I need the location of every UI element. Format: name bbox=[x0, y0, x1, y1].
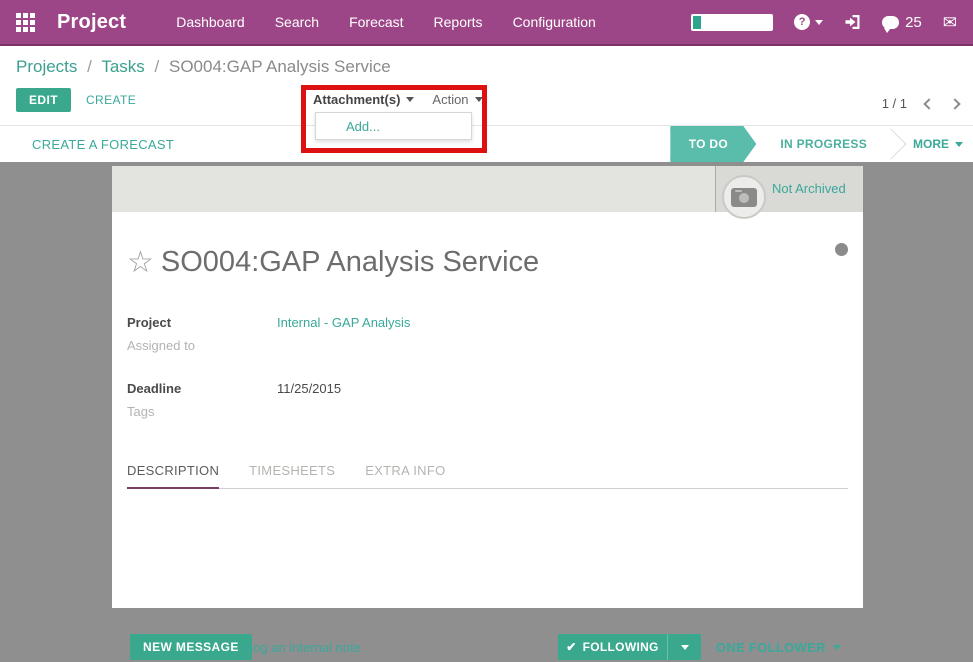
project-field-value[interactable]: Internal - GAP Analysis bbox=[277, 311, 410, 334]
check-icon: ✔ bbox=[566, 640, 576, 654]
tags-field-label: Tags bbox=[127, 400, 277, 423]
field-group: Project Internal - GAP Analysis Assigned… bbox=[127, 311, 410, 423]
top-navbar: Project Dashboard Search Forecast Report… bbox=[0, 0, 973, 46]
project-field-label: Project bbox=[127, 311, 277, 334]
create-forecast-button[interactable]: CREATE A FORECAST bbox=[32, 137, 174, 152]
field-tags: Tags bbox=[127, 400, 410, 423]
nav-item-configuration[interactable]: Configuration bbox=[513, 14, 596, 30]
log-internal-note-link[interactable]: Log an internal note bbox=[246, 640, 361, 655]
nav-item-forecast[interactable]: Forecast bbox=[349, 14, 403, 30]
field-deadline: Deadline 11/25/2015 bbox=[127, 377, 410, 400]
task-title-row: ☆ SO004:GAP Analysis Service bbox=[127, 246, 539, 279]
field-assigned-to: Assigned to bbox=[127, 334, 410, 357]
breadcrumb-tasks[interactable]: Tasks bbox=[101, 57, 144, 76]
kanban-state-indicator[interactable] bbox=[835, 243, 848, 256]
following-dropdown-toggle[interactable] bbox=[667, 634, 701, 660]
help-menu[interactable]: ? bbox=[794, 14, 823, 30]
caret-down-icon bbox=[681, 645, 689, 650]
attachments-dropdown-toggle[interactable]: Attachment(s) bbox=[313, 92, 414, 107]
record-actions: EDIT CREATE bbox=[16, 88, 136, 112]
envelope-icon[interactable]: ✉ bbox=[943, 14, 957, 31]
app-title: Project bbox=[57, 11, 126, 34]
breadcrumb-separator: / bbox=[87, 57, 92, 76]
following-button[interactable]: ✔ FOLLOWING bbox=[558, 634, 701, 660]
following-button-main[interactable]: ✔ FOLLOWING bbox=[558, 634, 667, 660]
odoo-project-task-page: Project Dashboard Search Forecast Report… bbox=[0, 0, 973, 662]
form-sheet: Not Archived ☆ SO004:GAP Analysis Servic… bbox=[112, 166, 863, 608]
breadcrumb-projects[interactable]: Projects bbox=[16, 57, 77, 76]
caret-down-icon bbox=[475, 97, 483, 102]
camera-icon bbox=[731, 188, 757, 207]
record-image-placeholder[interactable] bbox=[722, 175, 766, 219]
action-dropdown-toggle[interactable]: Action bbox=[432, 92, 482, 107]
chat-bubble-icon bbox=[882, 16, 899, 29]
stage-in-progress[interactable]: IN PROGRESS bbox=[756, 137, 891, 151]
messages-count: 25 bbox=[905, 14, 922, 31]
control-panel: Projects / Tasks / SO004:GAP Analysis Se… bbox=[0, 46, 973, 126]
tab-description[interactable]: DESCRIPTION bbox=[127, 463, 219, 489]
attachments-dropdown-menu: Add... bbox=[315, 112, 472, 140]
followers-count-label: ONE FOLLOWER bbox=[716, 640, 826, 655]
new-message-button[interactable]: NEW MESSAGE bbox=[130, 634, 252, 660]
tab-timesheets[interactable]: TIMESHEETS bbox=[249, 463, 335, 488]
breadcrumb-separator: / bbox=[155, 57, 160, 76]
action-label: Action bbox=[432, 92, 468, 107]
caret-down-icon bbox=[833, 645, 841, 650]
deadline-field-value[interactable]: 11/25/2015 bbox=[277, 377, 341, 400]
nav-item-dashboard[interactable]: Dashboard bbox=[176, 14, 245, 30]
attachments-label: Attachment(s) bbox=[313, 92, 400, 107]
form-view-background: Not Archived ☆ SO004:GAP Analysis Servic… bbox=[0, 162, 973, 662]
favorite-star-icon[interactable]: ☆ bbox=[127, 248, 154, 278]
edit-button[interactable]: EDIT bbox=[16, 88, 71, 112]
sign-in-icon[interactable] bbox=[844, 14, 861, 30]
followers-dropdown[interactable]: ONE FOLLOWER bbox=[716, 640, 841, 655]
user-widget[interactable] bbox=[691, 14, 773, 31]
task-title: SO004:GAP Analysis Service bbox=[161, 246, 539, 279]
archive-status-block: Not Archived bbox=[715, 166, 863, 212]
user-widget-progress bbox=[693, 16, 701, 29]
sheet-header-strip: Not Archived bbox=[112, 166, 863, 212]
nav-menu: Dashboard Search Forecast Reports Config… bbox=[176, 14, 596, 30]
caret-down-icon bbox=[815, 20, 823, 25]
deadline-field-label: Deadline bbox=[127, 377, 277, 400]
record-pager: 1 / 1 bbox=[882, 96, 959, 111]
breadcrumb: Projects / Tasks / SO004:GAP Analysis Se… bbox=[16, 57, 391, 77]
nav-right-tools: ? 25 ✉ bbox=[691, 14, 957, 31]
help-icon: ? bbox=[794, 14, 810, 30]
status-row: CREATE A FORECAST TO DO IN PROGRESS MORE bbox=[0, 126, 973, 162]
caret-down-icon bbox=[955, 142, 963, 147]
following-label: FOLLOWING bbox=[583, 640, 659, 654]
breadcrumb-current: SO004:GAP Analysis Service bbox=[169, 57, 391, 76]
create-button[interactable]: CREATE bbox=[86, 93, 136, 107]
caret-down-icon bbox=[406, 97, 414, 102]
pager-next-icon[interactable] bbox=[949, 98, 960, 109]
stage-todo[interactable]: TO DO bbox=[670, 126, 756, 162]
archive-status-label: Not Archived bbox=[772, 181, 846, 196]
messages-menu[interactable]: 25 bbox=[882, 14, 922, 31]
stage-more-label: MORE bbox=[913, 137, 949, 151]
stage-separator-icon bbox=[875, 128, 906, 159]
nav-item-search[interactable]: Search bbox=[275, 14, 319, 30]
nav-item-reports[interactable]: Reports bbox=[434, 14, 483, 30]
tab-extra-info[interactable]: EXTRA INFO bbox=[365, 463, 445, 488]
pager-previous-icon[interactable] bbox=[923, 98, 934, 109]
assigned-to-field-label: Assigned to bbox=[127, 334, 277, 357]
attachment-add-menu-item[interactable]: Add... bbox=[316, 119, 380, 134]
stage-statusbar: TO DO IN PROGRESS MORE bbox=[670, 126, 973, 162]
apps-menu-icon[interactable] bbox=[16, 13, 35, 32]
field-project: Project Internal - GAP Analysis bbox=[127, 311, 410, 334]
notebook-tabs: DESCRIPTION TIMESHEETS EXTRA INFO bbox=[127, 463, 848, 489]
pager-value: 1 / 1 bbox=[882, 96, 907, 111]
sidebar-menus: Attachment(s) Action bbox=[313, 92, 483, 107]
